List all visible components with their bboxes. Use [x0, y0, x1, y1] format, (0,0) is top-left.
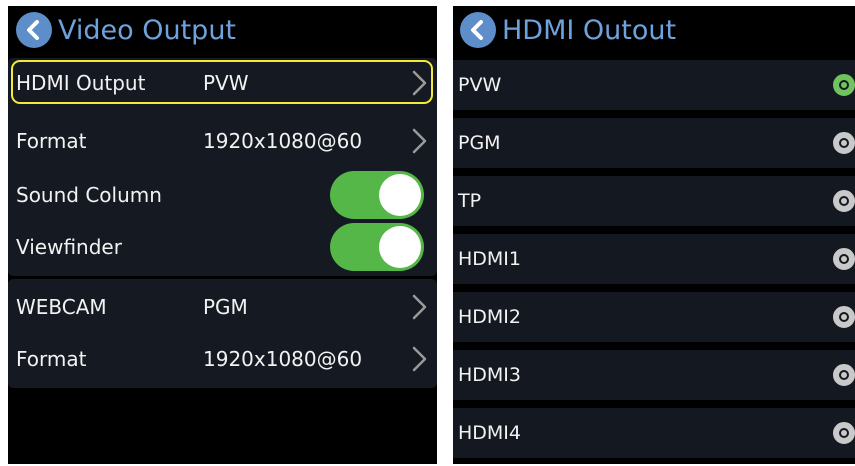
chevron-right-icon: [412, 128, 427, 154]
chevron-right-icon: [412, 346, 427, 372]
webcam-format-value: 1920x1080@60: [203, 347, 363, 371]
option-label: HDMI2: [458, 306, 522, 328]
option-hdmi1[interactable]: HDMI1: [453, 234, 855, 284]
video-output-header: Video Output: [8, 6, 437, 54]
radio-selected-icon[interactable]: [833, 74, 855, 96]
viewfinder-row: Viewfinder: [8, 222, 437, 272]
radio-unselected-icon[interactable]: [833, 364, 855, 386]
option-pvw[interactable]: PVW: [453, 60, 855, 110]
toggle-knob: [379, 226, 421, 268]
hdmi-output-label: HDMI Output: [16, 71, 146, 95]
radio-unselected-icon[interactable]: [833, 306, 855, 328]
viewfinder-toggle[interactable]: [330, 223, 424, 271]
option-label: PGM: [458, 132, 501, 154]
radio-dot: [841, 140, 847, 146]
hdmi-output-row[interactable]: HDMI Output PVW: [8, 58, 437, 108]
hdmi-output-panel: HDMI Outout PVW PGM TP HDMI1 HDMI2 HDMI3…: [453, 6, 855, 464]
sound-column-toggle[interactable]: [330, 171, 424, 219]
option-label: HDMI1: [458, 248, 522, 270]
viewfinder-label: Viewfinder: [16, 235, 122, 259]
webcam-row[interactable]: WEBCAM PGM: [8, 282, 437, 332]
chevron-left-icon: [27, 20, 39, 40]
back-button[interactable]: [460, 12, 496, 48]
radio-dot: [841, 82, 847, 88]
option-label: HDMI4: [458, 422, 522, 444]
webcam-value: PGM: [203, 295, 248, 319]
chevron-right-icon: [412, 294, 427, 320]
page-title: Video Output: [58, 14, 237, 46]
hdmi-format-label: Format: [16, 129, 87, 153]
toggle-knob: [379, 174, 421, 216]
radio-unselected-icon[interactable]: [833, 248, 855, 270]
radio-dot: [841, 256, 847, 262]
webcam-label: WEBCAM: [16, 295, 107, 319]
option-hdmi4[interactable]: HDMI4: [453, 408, 855, 458]
webcam-settings-group: WEBCAM PGM Format 1920x1080@60: [8, 279, 437, 388]
chevron-right-icon: [412, 70, 427, 96]
video-output-panel: Video Output HDMI Output PVW Format 1920…: [8, 6, 437, 464]
option-label: PVW: [458, 74, 502, 96]
option-label: TP: [458, 190, 482, 212]
chevron-left-icon: [471, 20, 483, 40]
option-pgm[interactable]: PGM: [453, 118, 855, 168]
sound-column-label: Sound Column: [16, 183, 162, 207]
radio-unselected-icon[interactable]: [833, 190, 855, 212]
hdmi-output-value: PVW: [203, 71, 249, 95]
radio-dot: [841, 198, 847, 204]
radio-unselected-icon[interactable]: [833, 422, 855, 444]
sound-column-row: Sound Column: [8, 170, 437, 220]
option-hdmi2[interactable]: HDMI2: [453, 292, 855, 342]
page-title: HDMI Outout: [502, 14, 677, 46]
webcam-format-label: Format: [16, 347, 87, 371]
option-tp[interactable]: TP: [453, 176, 855, 226]
radio-dot: [841, 430, 847, 436]
option-label: HDMI3: [458, 364, 522, 386]
radio-unselected-icon[interactable]: [833, 132, 855, 154]
radio-dot: [841, 372, 847, 378]
output-settings-group: HDMI Output PVW Format 1920x1080@60 Soun…: [8, 58, 437, 276]
webcam-format-row[interactable]: Format 1920x1080@60: [8, 334, 437, 384]
hdmi-format-row[interactable]: Format 1920x1080@60: [8, 116, 437, 166]
radio-dot: [841, 314, 847, 320]
hdmi-format-value: 1920x1080@60: [203, 129, 363, 153]
back-button[interactable]: [16, 12, 52, 48]
option-hdmi3[interactable]: HDMI3: [453, 350, 855, 400]
hdmi-output-header: HDMI Outout: [453, 6, 855, 54]
